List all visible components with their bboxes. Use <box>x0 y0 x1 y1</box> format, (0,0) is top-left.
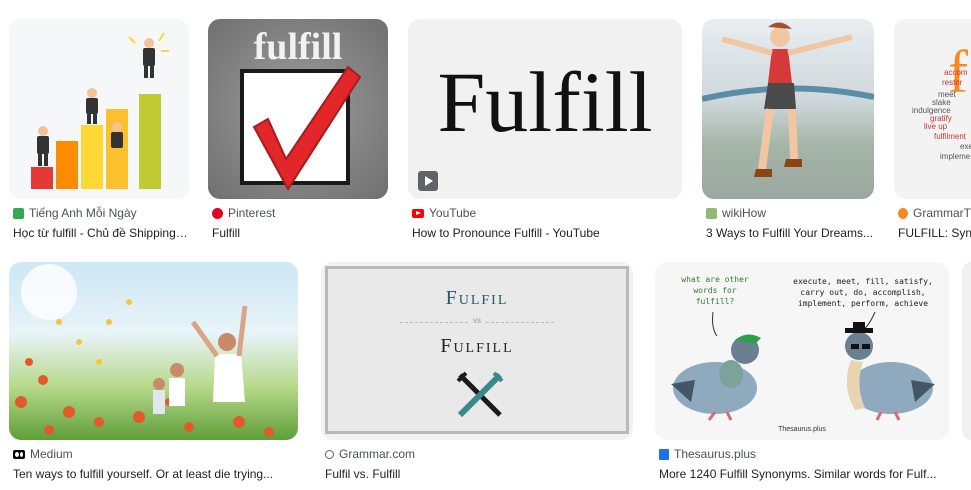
result-title[interactable]: More 1240 Fulfill Synonyms. Similar word… <box>659 467 949 481</box>
globe-icon <box>325 449 334 459</box>
result-card-pinterest[interactable]: fulfill Pinterest Fulfill <box>208 19 388 249</box>
result-source[interactable]: Thesaurus.plus <box>659 447 949 461</box>
runner-finish-line-illustration <box>702 22 874 177</box>
result-title[interactable]: How to Pronounce Fulfill - YouTube <box>412 226 682 240</box>
youtube-icon <box>412 208 424 218</box>
result-source[interactable]: wikiHow <box>706 206 874 220</box>
business-people-bar-chart-illustration <box>31 32 169 189</box>
source-label: Grammar.com <box>339 447 416 461</box>
result-card-wikihow[interactable]: wikiHow 3 Ways to Fulfill Your Dreams... <box>702 19 874 249</box>
result-card-tieng-anh-moi-ngay[interactable]: Tiếng Anh Mỗi Ngày Học từ fulfill - Chủ … <box>9 19 189 249</box>
source-label: YouTube <box>429 206 477 220</box>
result-card-partial-edge[interactable] <box>962 262 971 440</box>
source-label: Tiếng Anh Mỗi Ngày <box>29 206 137 220</box>
result-title[interactable]: Fulfil vs. Fulfill <box>325 467 633 481</box>
result-card-grammartop[interactable]: f accom restor meet slake indulgence gra… <box>894 19 971 249</box>
result-source[interactable]: Medium <box>13 447 298 461</box>
wikihow-icon <box>706 207 717 219</box>
result-thumbnail[interactable] <box>9 19 189 199</box>
result-thumbnail[interactable] <box>9 262 298 440</box>
pinterest-icon <box>212 207 223 219</box>
thumbnail-word: Fulfill <box>437 54 653 150</box>
result-thumbnail[interactable]: Fulfill <box>408 19 682 199</box>
result-thumbnail[interactable]: f accom restor meet slake indulgence gra… <box>894 19 971 199</box>
video-play-icon <box>418 171 438 191</box>
result-card-medium[interactable]: Medium Ten ways to fulfill yourself. Or … <box>9 262 298 490</box>
result-thumbnail[interactable] <box>702 19 874 199</box>
result-source[interactable]: Tiếng Anh Mỗi Ngày <box>13 206 189 220</box>
result-source[interactable]: Grammar.com <box>325 447 633 461</box>
result-title[interactable]: Fulfill <box>212 226 388 240</box>
crossed-swords-icon <box>456 371 504 418</box>
result-thumbnail[interactable]: what are other words for fulfill? execut… <box>655 262 949 440</box>
thesaurus-book-icon <box>659 448 669 460</box>
result-title[interactable]: FULFILL: Syn <box>898 226 971 240</box>
result-thumbnail[interactable]: fulfill <box>208 19 388 199</box>
thumbnail-panel: Fulfil vs Fulfill <box>325 266 629 434</box>
result-card-thesaurus-plus[interactable]: what are other words for fulfill? execut… <box>655 262 949 490</box>
result-source[interactable]: YouTube <box>412 206 682 220</box>
pigeons-illustration <box>671 311 935 421</box>
source-label: GrammarT <box>913 206 971 220</box>
thesaurus-watermark: Thesaurus.plus <box>778 426 826 433</box>
synonym-word-cloud: f accom restor meet slake indulgence gra… <box>912 39 971 161</box>
result-source[interactable]: GrammarT <box>898 206 971 220</box>
result-title[interactable]: Học từ fulfill - Chủ đề Shipping ... <box>13 226 189 240</box>
result-thumbnail[interactable]: Fulfil vs Fulfill <box>321 262 633 440</box>
result-source[interactable]: Pinterest <box>212 206 388 220</box>
source-label: Thesaurus.plus <box>674 447 757 461</box>
result-title[interactable]: 3 Ways to Fulfill Your Dreams... <box>706 226 874 240</box>
family-flower-field-photo <box>15 264 274 437</box>
result-card-youtube[interactable]: Fulfill YouTube How to Pronounce Fulfill… <box>408 19 682 249</box>
source-label: Medium <box>30 447 73 461</box>
medium-icon <box>13 449 25 459</box>
source-label: wikiHow <box>722 206 767 220</box>
result-card-grammar-com[interactable]: Fulfil vs Fulfill Grammar.com Fulfil vs.… <box>321 262 633 490</box>
tieng-anh-favicon-icon <box>13 207 24 219</box>
source-label: Pinterest <box>228 206 276 220</box>
grammartop-icon <box>898 207 908 219</box>
red-checkmark-icon <box>252 65 362 191</box>
result-title[interactable]: Ten ways to fulfill yourself. Or at leas… <box>13 467 298 481</box>
